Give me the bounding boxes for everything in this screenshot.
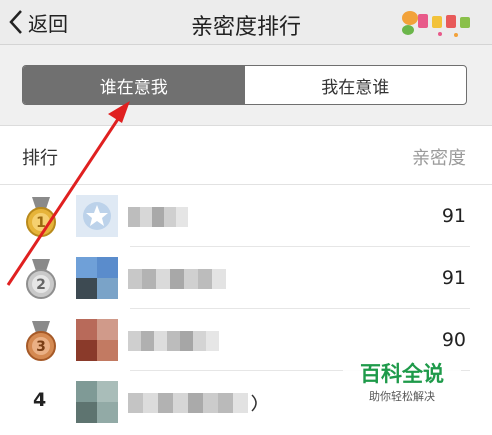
- intimacy-score: 91: [441, 267, 466, 289]
- medal-rank: 2: [36, 277, 46, 293]
- avatar[interactable]: [76, 319, 118, 361]
- silver-medal-icon: 2: [26, 259, 56, 299]
- blurred-username: [128, 207, 188, 227]
- top-bar: 返回 亲密度排行: [0, 0, 492, 45]
- medal-rank: 1: [36, 215, 46, 231]
- bronze-medal-icon: 3: [26, 321, 56, 361]
- watermark-subtitle: 助你轻松解决: [369, 390, 435, 403]
- avatar[interactable]: [76, 257, 118, 299]
- gold-medal-icon: 1: [26, 197, 56, 237]
- intimacy-column-header: 亲密度: [412, 148, 466, 169]
- tab-bar-area: 谁在意我 我在意谁: [0, 45, 492, 126]
- decorative-logo-icon: [402, 11, 470, 37]
- watermark-title: 百科全说: [360, 362, 444, 386]
- avatar[interactable]: [76, 195, 118, 237]
- rank-column-header: 排行: [22, 148, 58, 169]
- ranking-row[interactable]: 2 91: [0, 247, 492, 309]
- intimacy-score: 91: [441, 205, 466, 227]
- segmented-control: 谁在意我 我在意谁: [22, 65, 467, 105]
- intimacy-score: 90: [441, 329, 466, 351]
- blurred-username: [128, 393, 257, 413]
- avatar[interactable]: [76, 381, 118, 423]
- tab-who-cares-about-me[interactable]: 谁在意我: [23, 66, 245, 104]
- watermark: 百科全说 助你轻松解决: [343, 352, 461, 410]
- list-header: 排行 亲密度: [0, 126, 492, 185]
- medal-rank: 3: [36, 339, 46, 355]
- ranking-row[interactable]: 1 91: [0, 185, 492, 247]
- tab-who-i-care-about[interactable]: 我在意谁: [245, 66, 467, 104]
- blurred-username: [128, 331, 219, 351]
- blurred-username: [128, 269, 226, 289]
- rank-number: 4: [33, 389, 47, 411]
